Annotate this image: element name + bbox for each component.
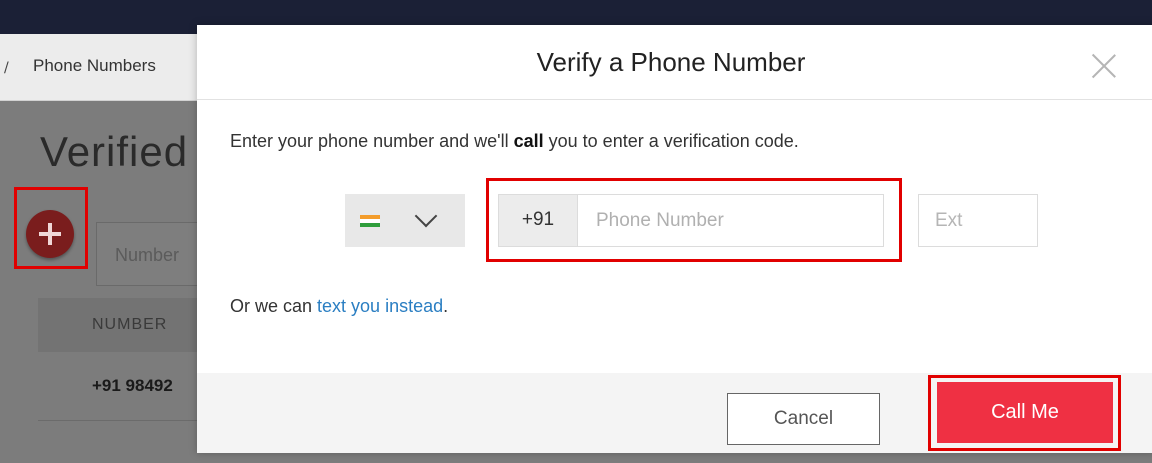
chevron-down-icon — [414, 204, 438, 228]
breadcrumb-phone-numbers[interactable]: Phone Numbers — [33, 56, 156, 76]
country-select[interactable] — [345, 194, 465, 247]
extension-input[interactable] — [918, 194, 1038, 247]
modal-title: Verify a Phone Number — [536, 47, 806, 77]
add-button-highlight — [14, 187, 88, 269]
india-flag-icon — [360, 215, 380, 227]
text-instead-link[interactable]: text you instead — [317, 296, 443, 316]
instruction-bold: call — [513, 131, 544, 151]
table-header-label: NUMBER — [92, 316, 168, 333]
dial-code-prefix: +91 — [499, 195, 578, 246]
table-header-number: NUMBER — [38, 298, 208, 352]
instruction-text: Enter your phone number and we'll call y… — [230, 131, 799, 152]
instruction-after: you to enter a verification code. — [543, 131, 799, 151]
instruction-before: Enter your phone number and we'll — [230, 131, 514, 151]
alt-prefix: Or we can — [230, 296, 318, 316]
breadcrumb-separator: / — [4, 60, 9, 76]
search-placeholder: Number — [115, 245, 180, 265]
dial-code-label: +91 — [521, 209, 555, 230]
phone-input-group: +91 — [498, 194, 884, 247]
call-me-button[interactable]: Call Me — [937, 382, 1113, 443]
table-row-number: +91 98492 — [92, 376, 173, 395]
page-title: Verified — [40, 128, 189, 175]
table-row-divider — [38, 420, 208, 421]
modal-footer: Cancel Call Me — [197, 373, 1152, 453]
modal-header: Verify a Phone Number — [197, 25, 1152, 100]
verify-phone-modal: Verify a Phone Number Enter your phone n… — [197, 25, 1152, 453]
close-icon[interactable] — [1090, 52, 1118, 80]
alt-suffix: . — [443, 296, 449, 316]
phone-number-input[interactable] — [578, 195, 878, 246]
alternate-option-text: Or we can text you instead. — [230, 296, 448, 317]
cancel-button[interactable]: Cancel — [727, 393, 880, 445]
